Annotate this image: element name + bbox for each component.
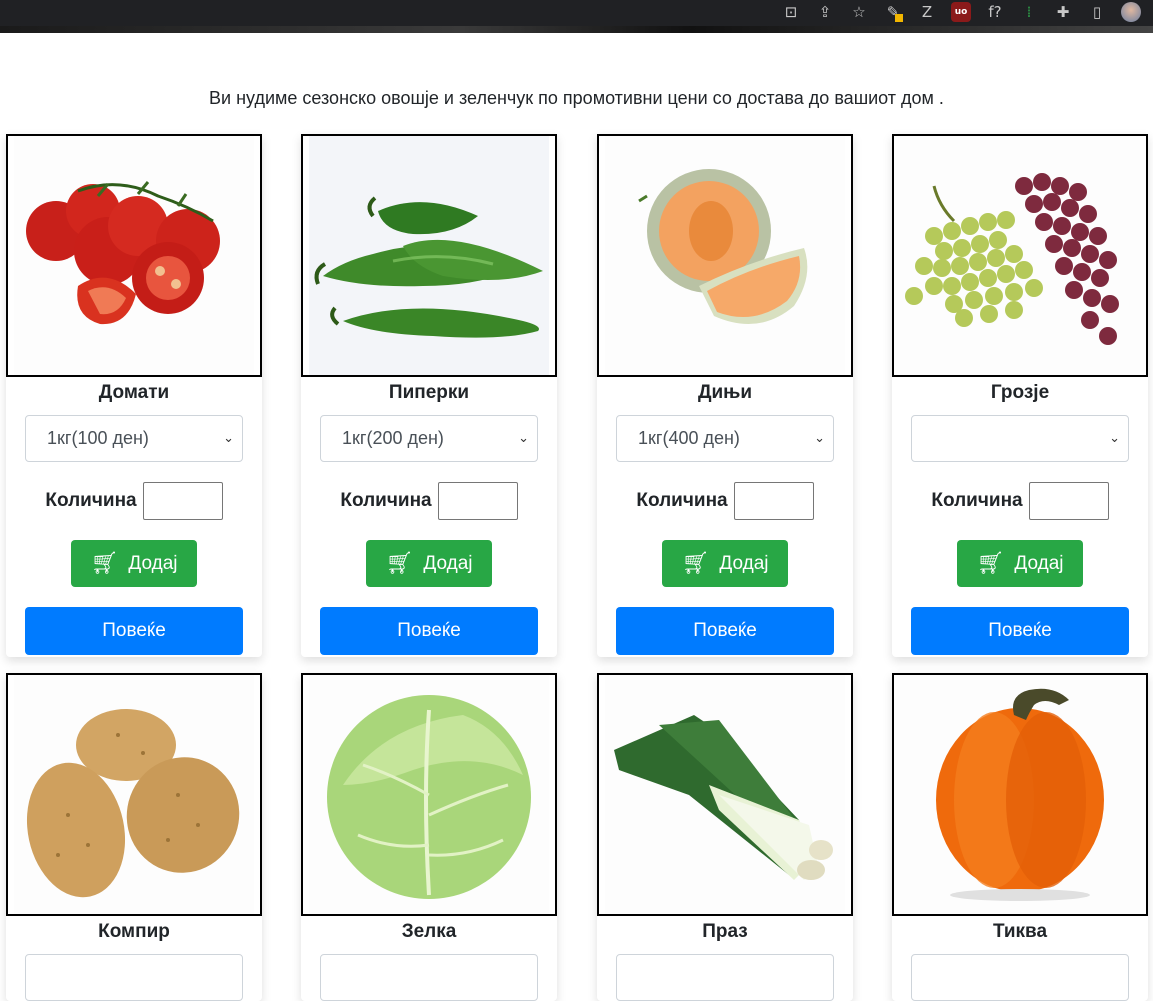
unit-price-select[interactable]: 1кг(400 ден) ⌄: [616, 415, 834, 462]
quantity-label: Количина: [340, 490, 432, 511]
product-image-tomatoes: [6, 134, 262, 377]
product-image-cabbage: [301, 673, 557, 916]
cart-icon: 🛒︎: [976, 551, 1005, 576]
quantity-label: Количина: [45, 490, 137, 511]
product-name: Домати: [98, 382, 170, 403]
quantity-label: Количина: [931, 490, 1023, 511]
share-icon[interactable]: ⇪: [815, 2, 835, 22]
chevron-down-icon: ⌄: [223, 431, 234, 446]
product-card: Домати 1кг(100 ден) ⌄ Количина 🛒︎ Додај …: [6, 134, 262, 657]
add-button-label: Додај: [1014, 552, 1064, 574]
unit-price-select[interactable]: [616, 954, 834, 1001]
quantity-input[interactable]: [1028, 482, 1109, 520]
more-button[interactable]: Повеќе: [616, 607, 834, 655]
ublock-icon[interactable]: uo: [951, 2, 971, 22]
more-button[interactable]: Повеќе: [911, 607, 1129, 655]
more-button[interactable]: Повеќе: [320, 607, 538, 655]
sidepanel-icon[interactable]: ▯: [1087, 2, 1107, 22]
product-image-grapes: [892, 134, 1148, 377]
quantity-input[interactable]: [437, 482, 518, 520]
chevron-down-icon: ⌄: [1109, 431, 1120, 446]
formula-icon[interactable]: f?: [985, 2, 1005, 22]
cart-icon: 🛒︎: [90, 551, 119, 576]
unit-price-select[interactable]: 1кг(200 ден) ⌄: [320, 415, 538, 462]
product-name: Тиква: [992, 921, 1048, 942]
add-to-cart-button[interactable]: 🛒︎ Додај: [366, 540, 492, 587]
unit-price-select[interactable]: [911, 954, 1129, 1001]
product-card: Компир: [6, 673, 262, 1001]
product-name: Пиперки: [388, 382, 470, 403]
product-image-melon: [597, 134, 853, 377]
cart-icon: 🛒︎: [385, 551, 414, 576]
avatar[interactable]: [1121, 2, 1141, 22]
browser-toolbar-icons: ⊡ ⇪ ☆ ✎ Z uo f? ⁞ ✚ ▯: [781, 0, 1141, 24]
product-card: Зелка: [301, 673, 557, 1001]
cart-icon: 🛒︎: [681, 551, 710, 576]
add-button-label: Додај: [128, 552, 178, 574]
puzzle-icon[interactable]: ✚: [1053, 2, 1073, 22]
product-image-potatoes: [6, 673, 262, 916]
quantity-row: Количина: [892, 482, 1148, 520]
product-card: Праз: [597, 673, 853, 1001]
product-name: Компир: [98, 921, 170, 942]
unit-price-select[interactable]: ⌄: [911, 415, 1129, 462]
product-card: Пиперки 1кг(200 ден) ⌄ Количина 🛒︎ Додај…: [301, 134, 557, 657]
add-button-label: Додај: [719, 552, 769, 574]
product-image-pumpkin: [892, 673, 1148, 916]
product-name: Грозје: [990, 382, 1050, 403]
selected-option: 1кг(400 ден): [638, 428, 740, 448]
product-card: Тиква: [892, 673, 1148, 1001]
quantity-row: Количина: [6, 482, 262, 520]
selected-option: 1кг(100 ден): [47, 428, 149, 448]
product-name: Зелка: [401, 921, 457, 942]
chevron-down-icon: ⌄: [518, 431, 529, 446]
pen-extension-icon[interactable]: ✎: [883, 2, 903, 22]
browser-toolbar: ⊡ ⇪ ☆ ✎ Z uo f? ⁞ ✚ ▯: [0, 0, 1153, 33]
product-name: Дињи: [697, 382, 753, 403]
unit-price-select[interactable]: [25, 954, 243, 1001]
product-image-leek: [597, 673, 853, 916]
zotero-icon[interactable]: Z: [917, 2, 937, 22]
product-card: Грозје ⌄ Количина 🛒︎ Додај Повеќе: [892, 134, 1148, 657]
chevron-down-icon: ⌄: [814, 431, 825, 446]
intro-text: Ви нудиме сезонско овошје и зеленчук по …: [209, 88, 944, 108]
extension-green-icon[interactable]: ⁞: [1019, 2, 1039, 22]
product-image-peppers: [301, 134, 557, 377]
quantity-row: Количина: [597, 482, 853, 520]
more-button[interactable]: Повеќе: [25, 607, 243, 655]
add-to-cart-button[interactable]: 🛒︎ Додај: [662, 540, 788, 587]
quantity-row: Количина: [301, 482, 557, 520]
quantity-label: Количина: [636, 490, 728, 511]
toolbar-strip: [0, 26, 1153, 33]
unit-price-select[interactable]: 1кг(100 ден) ⌄: [25, 415, 243, 462]
add-to-cart-button[interactable]: 🛒︎ Додај: [71, 540, 197, 587]
add-to-cart-button[interactable]: 🛒︎ Додај: [957, 540, 1083, 587]
unit-price-select[interactable]: [320, 954, 538, 1001]
product-card: Дињи 1кг(400 ден) ⌄ Количина 🛒︎ Додај По…: [597, 134, 853, 657]
add-button-label: Додај: [423, 552, 473, 574]
quantity-input[interactable]: [142, 482, 223, 520]
product-name: Праз: [702, 921, 748, 942]
quantity-input[interactable]: [733, 482, 814, 520]
translate-icon[interactable]: ⊡: [781, 2, 801, 22]
selected-option: 1кг(200 ден): [342, 428, 444, 448]
bookmark-star-icon[interactable]: ☆: [849, 2, 869, 22]
